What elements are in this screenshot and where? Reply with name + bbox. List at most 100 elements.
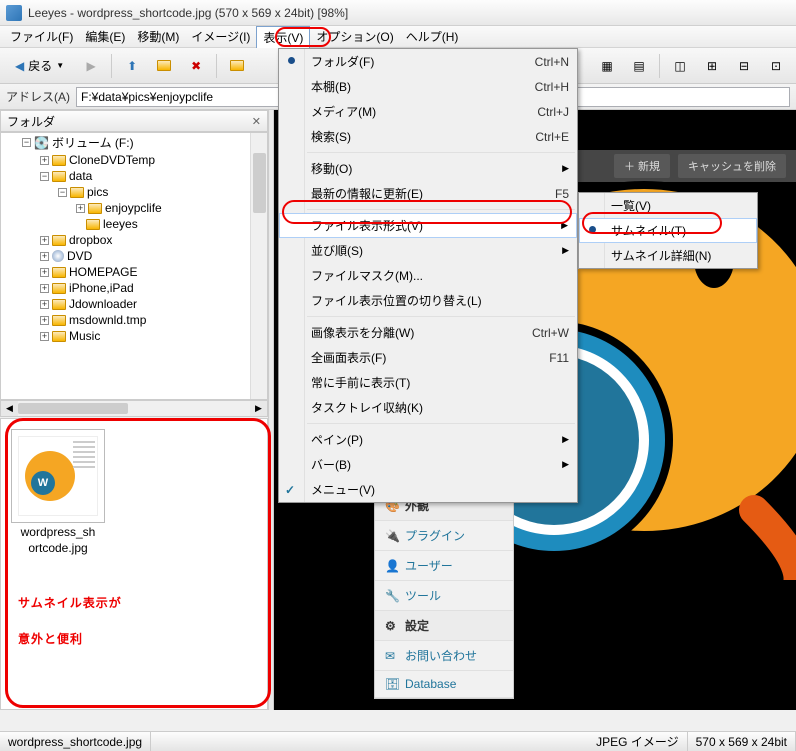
- tree-item[interactable]: −💽ボリューム (F:): [1, 133, 267, 152]
- expand-icon[interactable]: +: [40, 268, 49, 277]
- forward-button[interactable]: ▶: [77, 52, 105, 80]
- menu-shortcut: F11: [549, 351, 569, 365]
- menu-view[interactable]: 表示(V): [256, 26, 310, 48]
- wp-item[interactable]: 🔧ツール: [375, 581, 513, 611]
- wp-item[interactable]: 🔌プラグイン: [375, 521, 513, 551]
- menu-item-sort[interactable]: 並び順(S)▶: [279, 238, 577, 263]
- submenu-item-thumbnail[interactable]: サムネイル(T): [579, 218, 757, 243]
- menu-item-refresh[interactable]: 最新の情報に更新(E)F5: [279, 181, 577, 206]
- tool-icon: 🔧: [385, 589, 399, 603]
- menu-item-detach[interactable]: 画像表示を分離(W)Ctrl+W: [279, 320, 577, 345]
- menu-item-swap-pos[interactable]: ファイル表示位置の切り替え(L): [279, 288, 577, 313]
- tree-item[interactable]: +DVD: [1, 248, 267, 264]
- toolbar-btn[interactable]: [223, 52, 251, 80]
- expand-icon[interactable]: +: [40, 236, 49, 245]
- scroll-left-icon[interactable]: ◀: [1, 401, 18, 416]
- menu-item-folder[interactable]: フォルダ(F)Ctrl+N: [279, 49, 577, 74]
- menu-image[interactable]: イメージ(I): [185, 26, 256, 47]
- wp-item[interactable]: 🗄Database: [375, 671, 513, 698]
- scrollbar-thumb[interactable]: [18, 403, 128, 414]
- tree-item[interactable]: +enjoypclife: [1, 200, 267, 216]
- up-button[interactable]: ⬆: [118, 52, 146, 80]
- expand-icon[interactable]: +: [40, 284, 49, 293]
- thumbnail-preview: W: [18, 436, 98, 516]
- tree-item[interactable]: leeyes: [1, 216, 267, 232]
- plugin-icon: 🔌: [385, 529, 399, 543]
- menu-item-pane[interactable]: ペイン(P)▶: [279, 427, 577, 452]
- menu-item-fullscreen[interactable]: 全画面表示(F)F11: [279, 345, 577, 370]
- submenu-item-thumbnail-detail[interactable]: サムネイル詳細(N): [579, 243, 757, 268]
- toolbar-btn[interactable]: ▤: [625, 52, 653, 80]
- dropdown-icon: ▼: [56, 61, 64, 70]
- toolbar-btn[interactable]: [150, 52, 178, 80]
- menu-label: 検索(S): [311, 128, 351, 145]
- wp-item[interactable]: 👤ユーザー: [375, 551, 513, 581]
- menu-edit[interactable]: 編集(E): [79, 26, 131, 47]
- menu-move[interactable]: 移動(M): [131, 26, 185, 47]
- collapse-icon[interactable]: −: [58, 188, 67, 197]
- up-icon: ⬆: [127, 59, 137, 73]
- thumbnail-item[interactable]: W wordpress_shortcode.jpg: [11, 429, 105, 556]
- expand-icon[interactable]: +: [40, 316, 49, 325]
- tree-item[interactable]: +HOMEPAGE: [1, 264, 267, 280]
- tree-item[interactable]: +iPhone,iPad: [1, 280, 267, 296]
- tree-item[interactable]: −data: [1, 168, 267, 184]
- expand-icon[interactable]: +: [40, 156, 49, 165]
- menu-item-tasktray[interactable]: タスクトレイ収納(K): [279, 395, 577, 420]
- tree-item[interactable]: +Music: [1, 328, 267, 344]
- menu-separator: [307, 423, 575, 424]
- toolbar-btn[interactable]: ⊡: [762, 52, 790, 80]
- close-icon[interactable]: ✕: [252, 115, 261, 128]
- tree-label: leeyes: [103, 217, 138, 231]
- menu-option[interactable]: オプション(O): [310, 26, 399, 47]
- back-button[interactable]: ◀ 戻る ▼: [6, 52, 73, 80]
- collapse-icon[interactable]: −: [22, 138, 31, 147]
- menu-item-media[interactable]: メディア(M)Ctrl+J: [279, 99, 577, 124]
- menu-item-search[interactable]: 検索(S)Ctrl+E: [279, 124, 577, 149]
- menu-item-bar[interactable]: バー(B)▶: [279, 452, 577, 477]
- menu-item-display-format[interactable]: ファイル表示形式(V)▶: [279, 213, 577, 238]
- expand-icon[interactable]: +: [40, 332, 49, 341]
- submenu-item-list[interactable]: 一覧(V): [579, 193, 757, 218]
- menu-item-filemask[interactable]: ファイルマスク(M)...: [279, 263, 577, 288]
- menu-help[interactable]: ヘルプ(H): [400, 26, 465, 47]
- tree-item[interactable]: +msdownld.tmp: [1, 312, 267, 328]
- toolbar-btn[interactable]: ⊞: [698, 52, 726, 80]
- folder-icon: [157, 60, 171, 71]
- expand-icon[interactable]: +: [76, 204, 85, 213]
- folder-tree[interactable]: −💽ボリューム (F:) +CloneDVDTemp −data − pics +…: [0, 132, 268, 400]
- tree-item[interactable]: +Jdownloader: [1, 296, 267, 312]
- toolbar-btn[interactable]: ⊟: [730, 52, 758, 80]
- menu-item-moveto[interactable]: 移動(O)▶: [279, 156, 577, 181]
- toolbar-btn[interactable]: ▦: [593, 52, 621, 80]
- gear-icon: ⚙: [385, 619, 399, 633]
- folder-icon: [52, 283, 66, 294]
- layout-icon: ⊟: [739, 59, 749, 73]
- menu-item-always-top[interactable]: 常に手前に表示(T): [279, 370, 577, 395]
- collapse-icon[interactable]: −: [40, 172, 49, 181]
- wp-item[interactable]: ✉お問い合わせ: [375, 641, 513, 671]
- tree-h-scrollbar[interactable]: ◀ ▶: [0, 400, 268, 417]
- wp-label: ユーザー: [405, 557, 453, 574]
- tree-label: pics: [87, 185, 108, 199]
- annotation-text: サムネイル表示が意外と便利: [18, 580, 122, 653]
- menu-file[interactable]: ファイル(F): [4, 26, 79, 47]
- tree-item[interactable]: +dropbox: [1, 232, 267, 248]
- tree-item[interactable]: − pics: [1, 184, 267, 200]
- scroll-right-icon[interactable]: ▶: [250, 401, 267, 416]
- menu-item-menu[interactable]: ✓メニュー(V): [279, 477, 577, 502]
- expand-icon[interactable]: +: [40, 300, 49, 309]
- grid-icon: ▦: [601, 59, 612, 73]
- folder-icon: [52, 315, 66, 326]
- scrollbar-thumb[interactable]: [253, 153, 266, 213]
- toolbar-btn[interactable]: ✖: [182, 52, 210, 80]
- toolbar-btn[interactable]: ◫: [666, 52, 694, 80]
- folder-icon: [86, 219, 100, 230]
- expand-icon[interactable]: +: [40, 252, 49, 261]
- tree-label: ボリューム (F:): [52, 134, 134, 151]
- tree-item[interactable]: +CloneDVDTemp: [1, 152, 267, 168]
- x-icon: ✖: [191, 59, 201, 73]
- wp-item[interactable]: ⚙設定: [375, 611, 513, 641]
- tree-scrollbar[interactable]: [250, 133, 267, 399]
- menu-item-bookshelf[interactable]: 本棚(B)Ctrl+H: [279, 74, 577, 99]
